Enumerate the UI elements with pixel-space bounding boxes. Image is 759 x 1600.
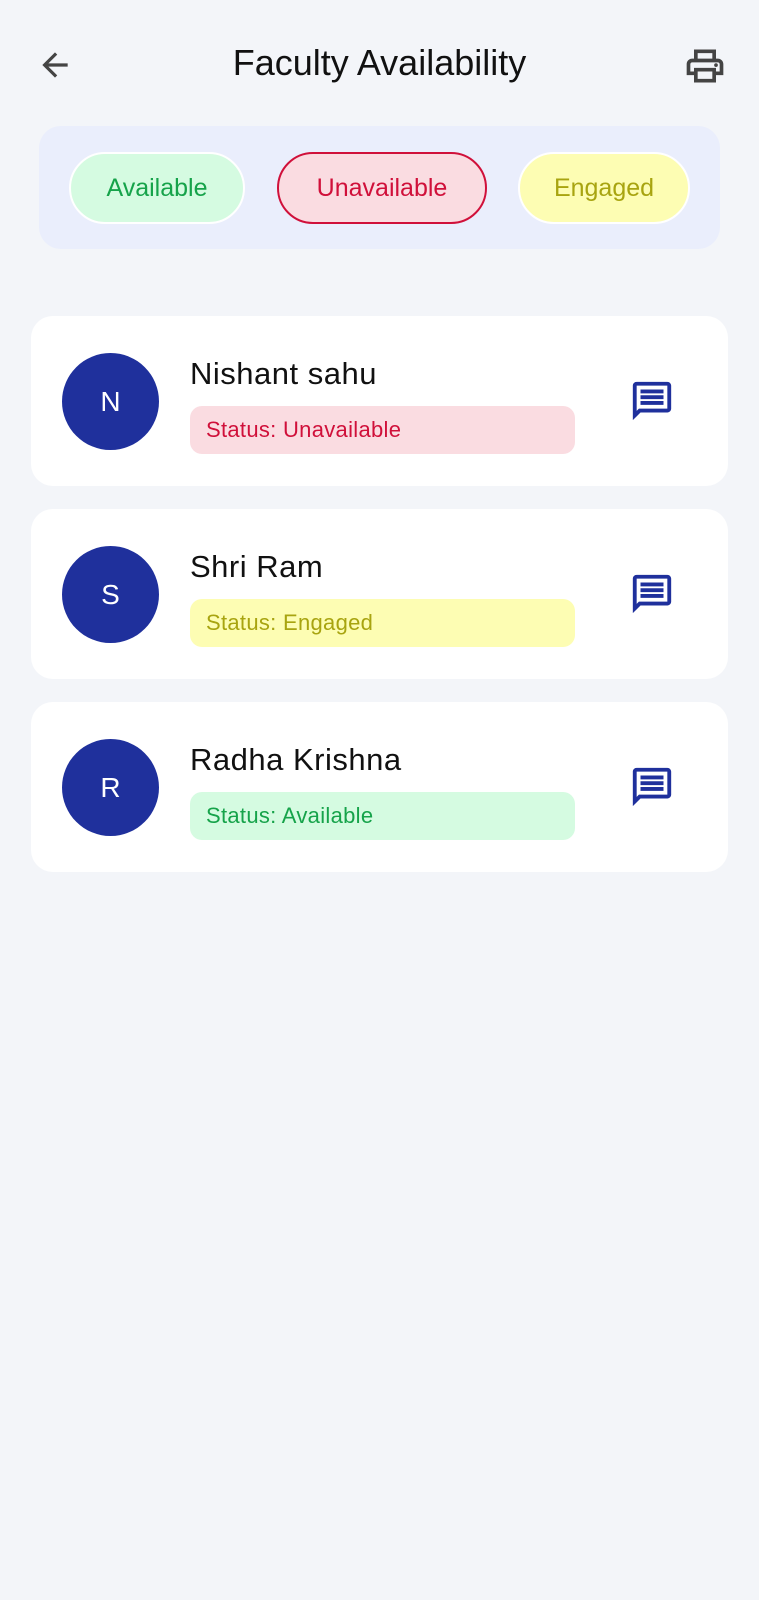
status-badge: Status: Available	[190, 792, 575, 840]
avatar: N	[62, 353, 159, 450]
filter-chip-unavailable[interactable]: Unavailable	[277, 152, 487, 224]
status-filter-bar: Available Unavailable Engaged	[39, 126, 720, 249]
page-title: Faculty Availability	[232, 42, 527, 83]
faculty-card[interactable]: S Shri Ram Status: Engaged	[31, 509, 728, 679]
status-badge: Status: Unavailable	[190, 406, 575, 454]
print-button[interactable]	[679, 40, 731, 92]
app-header: Faculty Availability	[0, 0, 759, 130]
faculty-name: Nishant sahu	[190, 356, 377, 391]
avatar: R	[62, 739, 159, 836]
message-icon	[632, 574, 672, 614]
printer-icon	[686, 49, 724, 83]
message-button[interactable]	[627, 376, 677, 426]
filter-chip-engaged[interactable]: Engaged	[518, 152, 690, 224]
message-button[interactable]	[627, 762, 677, 812]
faculty-card[interactable]: N Nishant sahu Status: Unavailable	[31, 316, 728, 486]
avatar: S	[62, 546, 159, 643]
faculty-list: N Nishant sahu Status: Unavailable S Shr…	[31, 316, 728, 895]
status-badge: Status: Engaged	[190, 599, 575, 647]
faculty-card[interactable]: R Radha Krishna Status: Available	[31, 702, 728, 872]
app-screen: Faculty Availability Available Unavailab…	[0, 0, 759, 1600]
message-icon	[632, 381, 672, 421]
faculty-name: Shri Ram	[190, 549, 324, 584]
message-button[interactable]	[627, 569, 677, 619]
message-icon	[632, 767, 672, 807]
filter-chip-available[interactable]: Available	[69, 152, 245, 224]
faculty-name: Radha Krishna	[190, 742, 402, 777]
